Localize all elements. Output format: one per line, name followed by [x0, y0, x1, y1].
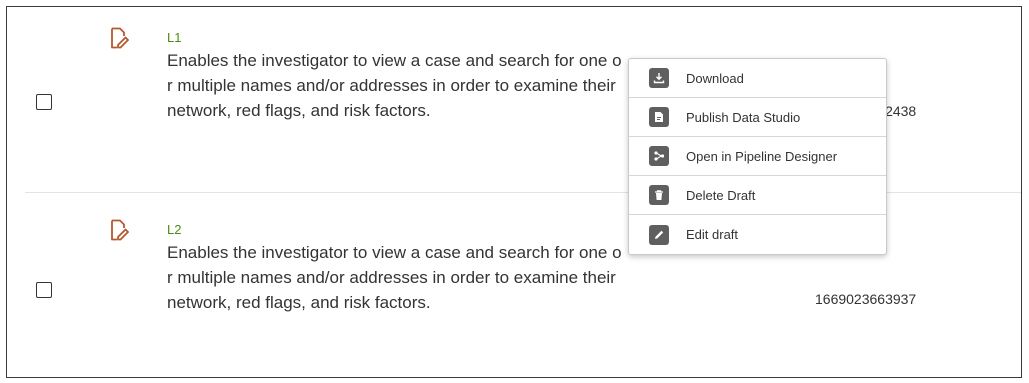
pencil-icon — [649, 224, 669, 245]
pipeline-icon — [649, 146, 669, 166]
menu-item-label: Download — [686, 70, 744, 86]
row-checkbox[interactable] — [36, 94, 52, 110]
download-icon — [649, 68, 669, 88]
menu-item-edit-draft[interactable]: Edit draft — [629, 215, 886, 254]
menu-item-download[interactable]: Download — [629, 59, 886, 98]
menu-item-label: Open in Pipeline Designer — [686, 148, 838, 164]
publish-icon — [649, 107, 669, 127]
menu-item-open-pipeline-designer[interactable]: Open in Pipeline Designer — [629, 137, 886, 176]
draft-edit-icon[interactable] — [109, 219, 129, 241]
item-description: Enables the investigator to view a case … — [167, 51, 622, 120]
list-panel: L1 Enables the investigator to view a ca… — [6, 6, 1022, 378]
row-checkbox[interactable] — [36, 282, 52, 298]
trash-icon — [649, 185, 669, 205]
menu-item-label: Publish Data Studio — [686, 109, 801, 125]
item-code: L1 — [167, 30, 182, 45]
draft-edit-icon[interactable] — [109, 27, 129, 49]
item-id: 1669023663937 — [815, 291, 917, 307]
item-description: Enables the investigator to view a case … — [167, 243, 622, 312]
context-menu: Download Publish Data Studio Open in Pip… — [628, 58, 887, 255]
menu-item-label: Edit draft — [686, 227, 739, 242]
item-code: L2 — [167, 222, 182, 237]
menu-item-label: Delete Draft — [686, 187, 756, 203]
menu-item-publish-data-studio[interactable]: Publish Data Studio — [629, 98, 886, 137]
menu-item-delete-draft[interactable]: Delete Draft — [629, 176, 886, 215]
